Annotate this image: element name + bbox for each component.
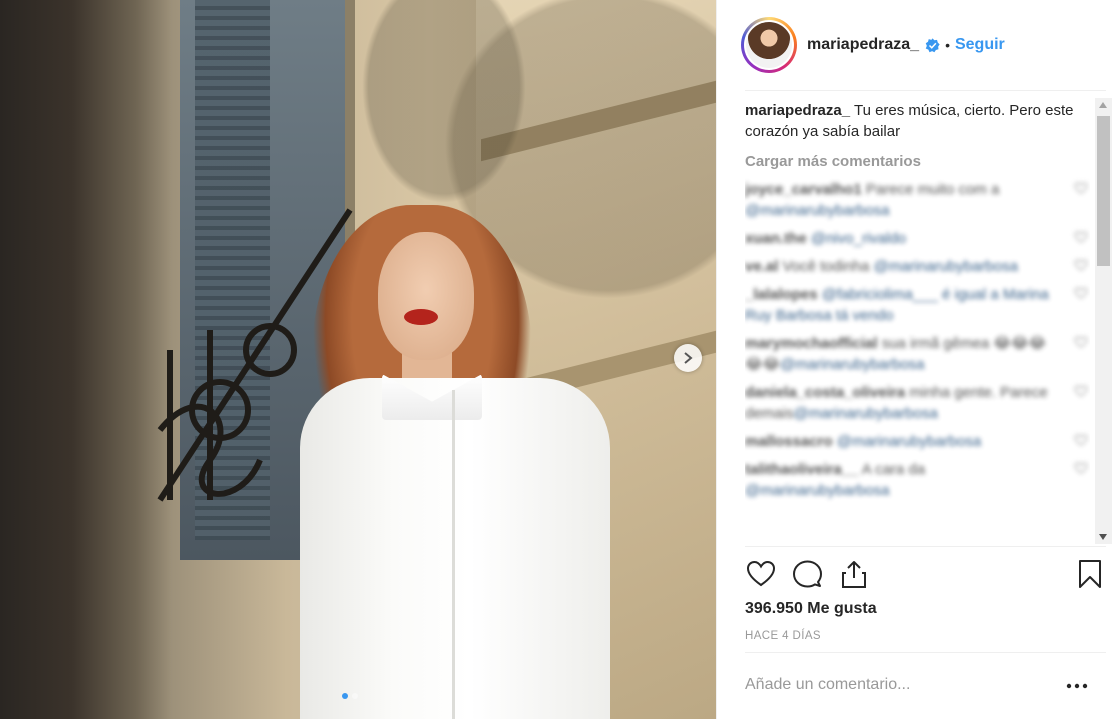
comment-like-icon[interactable] xyxy=(1074,182,1088,194)
comment-like-icon[interactable] xyxy=(1074,462,1088,474)
comment-mention[interactable]: @marinarubybarbosa xyxy=(793,405,937,422)
comment-mention[interactable]: @marinarubybarbosa xyxy=(837,433,981,450)
comment-username[interactable]: mallossacro xyxy=(745,433,833,450)
more-options-icon[interactable] xyxy=(1065,676,1089,696)
comment-like-icon[interactable] xyxy=(1074,259,1088,271)
comment-item: xuan.the @nivo_rivaldo xyxy=(745,228,1090,249)
carousel-dot xyxy=(352,693,358,699)
actions-divider xyxy=(745,546,1106,547)
scroll-down-arrow-icon[interactable] xyxy=(1099,534,1107,540)
comment-item: marymochaofficial sua irmã gêmea 😂😂😂😂😂@m… xyxy=(745,333,1090,375)
comment-icon[interactable] xyxy=(791,558,823,590)
comment-text: A cara da xyxy=(861,461,926,478)
carousel-indicator xyxy=(342,693,358,699)
comment-username[interactable]: talithaoliveira__ xyxy=(745,461,858,478)
likes-count[interactable]: 396.950 Me gusta xyxy=(745,600,877,618)
post-header: mariapedraza_ • Seguir xyxy=(717,0,1117,90)
header-separator: • xyxy=(945,37,950,53)
comments-scrollbar[interactable] xyxy=(1095,98,1112,544)
chevron-right-icon xyxy=(684,352,693,364)
load-more-comments-button[interactable]: Cargar más comentarios xyxy=(745,153,1090,170)
comment-username[interactable]: _lalalopes xyxy=(745,286,818,303)
photo-face xyxy=(378,232,474,360)
comment-item: ve.al Você todinha @marinarubybarbosa xyxy=(745,256,1090,277)
comment-input[interactable] xyxy=(745,670,1075,700)
scroll-thumb[interactable] xyxy=(1097,116,1110,266)
header-divider xyxy=(745,90,1106,91)
header-username[interactable]: mariapedraza_ xyxy=(807,36,919,54)
comment-item: talithaoliveira__ A cara da @marinarubyb… xyxy=(745,459,1090,501)
verified-badge-icon xyxy=(925,37,940,52)
bookmark-icon[interactable] xyxy=(1074,558,1106,590)
comment-text: Você todinha xyxy=(782,258,874,275)
caption-username[interactable]: mariapedraza_ xyxy=(745,102,850,119)
comment-username[interactable]: xuan.the xyxy=(745,230,807,247)
post-caption: mariapedraza_ Tu eres música, cierto. Pe… xyxy=(745,100,1090,142)
share-icon[interactable] xyxy=(838,558,870,590)
post-photo[interactable] xyxy=(0,0,716,719)
follow-button[interactable]: Seguir xyxy=(955,36,1005,54)
comment-mention[interactable]: @nivo_rivaldo xyxy=(811,230,906,247)
photo-lips xyxy=(404,309,438,325)
comment-item: daniela_costa_oliveira minha gente. Pare… xyxy=(745,382,1090,424)
photo-shirt-placket xyxy=(452,390,455,719)
comment-like-icon[interactable] xyxy=(1074,336,1088,348)
comment-like-icon[interactable] xyxy=(1074,434,1088,446)
comment-mention[interactable]: @marinarubybarbosa xyxy=(745,202,889,219)
comment-username[interactable]: joyce_carvalho1 xyxy=(745,181,862,198)
comment-item: joyce_carvalho1 Parece muito com a @mari… xyxy=(745,179,1090,221)
action-bar xyxy=(745,556,1106,592)
avatar[interactable] xyxy=(741,17,797,73)
avatar-image xyxy=(746,22,792,68)
comment-mention[interactable]: @marinarubybarbosa xyxy=(873,258,1017,275)
comments-area[interactable]: mariapedraza_ Tu eres música, cierto. Pe… xyxy=(745,100,1090,540)
photo-shirt xyxy=(300,378,610,719)
post-side-panel: mariapedraza_ • Seguir mariapedraza_ Tu … xyxy=(716,0,1117,719)
comment-item: _lalalopes @fabriciolima___ é igual a Ma… xyxy=(745,284,1090,326)
scroll-up-arrow-icon[interactable] xyxy=(1099,102,1107,108)
post-timestamp[interactable]: HACE 4 DÍAS xyxy=(745,630,821,642)
comment-item: mallossacro @marinarubybarbosa xyxy=(745,431,1090,452)
comment-input-divider xyxy=(745,652,1106,653)
comment-text: Parece muito com a xyxy=(865,181,1000,198)
comment-mention[interactable]: @marinarubybarbosa xyxy=(745,482,889,499)
comment-list: joyce_carvalho1 Parece muito com a @mari… xyxy=(745,179,1090,501)
comment-like-icon[interactable] xyxy=(1074,385,1088,397)
comment-username[interactable]: marymochaofficial xyxy=(745,335,878,352)
heart-icon[interactable] xyxy=(745,558,777,590)
comment-like-icon[interactable] xyxy=(1074,287,1088,299)
carousel-dot xyxy=(342,693,348,699)
carousel-next-button[interactable] xyxy=(674,344,702,372)
comment-username[interactable]: daniela_costa_oliveira xyxy=(745,384,905,401)
comment-like-icon[interactable] xyxy=(1074,231,1088,243)
comment-mention[interactable]: @marinarubybarbosa xyxy=(780,356,924,373)
comment-username[interactable]: ve.al xyxy=(745,258,778,275)
